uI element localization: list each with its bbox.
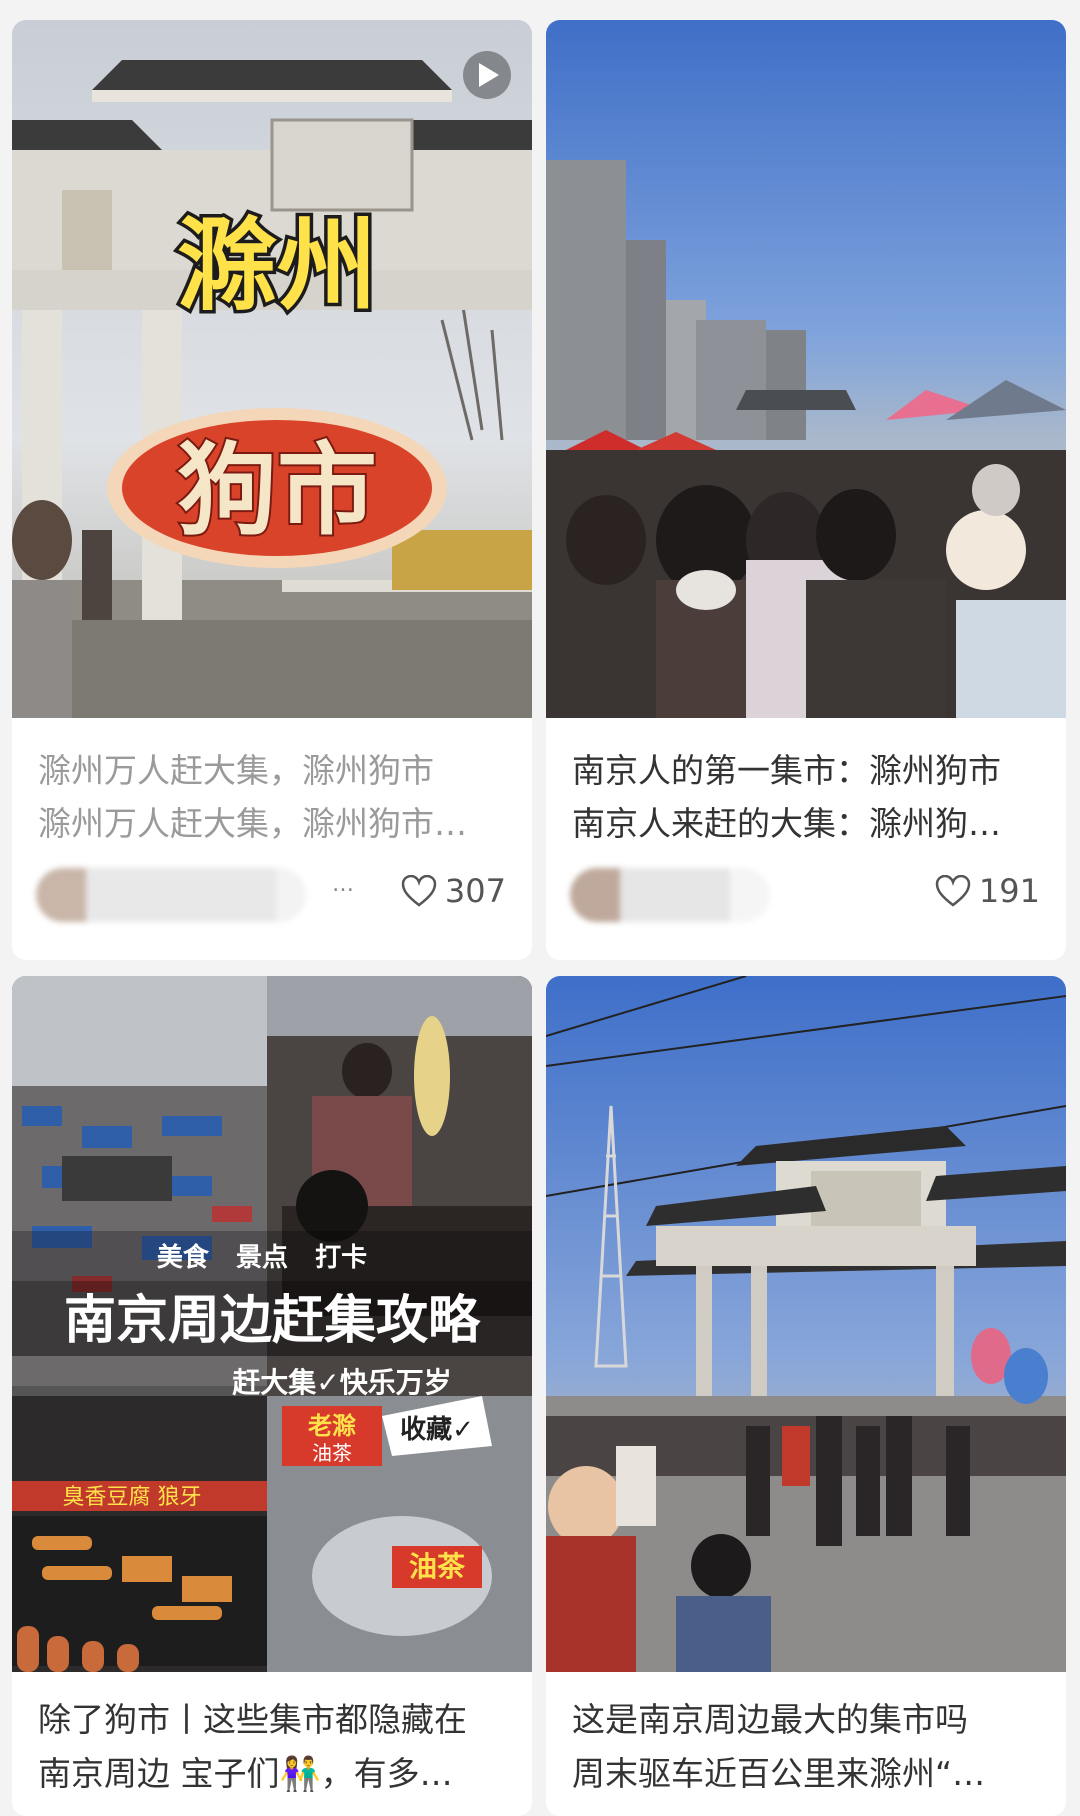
author-more: …	[332, 872, 354, 897]
post-caption-line1: 除了狗市丨这些集市都隐藏在	[38, 1700, 467, 1739]
post-card-1[interactable]: 滁州 狗市 滁州万人赶大集，滁州狗市 滁州万人赶大集，滁州狗市… … 307	[12, 20, 532, 960]
sign-youcha: 油茶	[409, 1550, 466, 1583]
like-button[interactable]: 307	[401, 872, 506, 910]
sign-laoman: 老滁	[308, 1412, 357, 1440]
heart-icon	[401, 875, 437, 907]
like-count: 191	[978, 872, 1040, 910]
overlay-title-2: 狗市	[177, 432, 377, 549]
overlay-tags: 美食 景点 打卡	[157, 1242, 367, 1273]
sign-youcha-small: 油茶	[312, 1441, 352, 1465]
like-count: 307	[444, 872, 506, 910]
post-caption-line2: 南京周边 宝子们👫，有多…	[38, 1754, 453, 1793]
post-caption-line2: 南京人来赶的大集：滁州狗…	[572, 804, 1001, 843]
archway-photo: 滁州 狗市	[12, 51, 532, 718]
author-avatar-blurred[interactable]	[570, 868, 770, 922]
post-caption-line1: 南京人的第一集市：滁州狗市	[572, 751, 1001, 790]
post-cover-image[interactable]	[546, 20, 1066, 718]
overlay-title-1: 滁州	[177, 207, 377, 324]
post-card-3[interactable]: 臭香豆腐 狼牙 老滁 油茶 收藏✓ 油茶 美食 景点 打卡 南京周边赶集攻略 赶…	[12, 976, 532, 1816]
post-caption-line2: 周末驱车近百公里来滁州“…	[572, 1754, 986, 1793]
post-caption-line1: 滁州万人赶大集，滁州狗市	[38, 751, 434, 790]
crowd-photo	[546, 160, 1066, 718]
like-button[interactable]: 191	[935, 872, 1040, 910]
post-card-4[interactable]: 这是南京周边最大的集市吗 周末驱车近百公里来滁州“…	[546, 976, 1066, 1816]
overlay-subtitle: 赶大集✓快乐万岁	[232, 1366, 451, 1399]
post-caption-line1: 这是南京周边最大的集市吗	[572, 1700, 968, 1739]
post-cover-image[interactable]: 臭香豆腐 狼牙 老滁 油茶 收藏✓ 油茶 美食 景点 打卡 南京周边赶集攻略 赶…	[12, 976, 532, 1672]
sticker-collect: 收藏✓	[400, 1415, 474, 1445]
sign-tofu: 臭香豆腐 狼牙	[63, 1485, 202, 1510]
archway-crowd-photo	[546, 976, 1066, 1672]
post-cover-image[interactable]	[546, 976, 1066, 1672]
overlay-title: 南京周边赶集攻略	[64, 1290, 481, 1351]
post-card-2[interactable]: 南京人的第一集市：滁州狗市 南京人来赶的大集：滁州狗… 191	[546, 20, 1066, 960]
post-cover-image[interactable]: 滁州 狗市	[12, 20, 532, 718]
post-caption-line2: 滁州万人赶大集，滁州狗市…	[38, 804, 467, 843]
author-avatar-blurred[interactable]	[36, 868, 306, 922]
heart-icon	[935, 875, 971, 907]
market-collage-photo: 臭香豆腐 狼牙 老滁 油茶 收藏✓ 油茶 美食 景点 打卡 南京周边赶集攻略 赶…	[12, 976, 532, 1672]
